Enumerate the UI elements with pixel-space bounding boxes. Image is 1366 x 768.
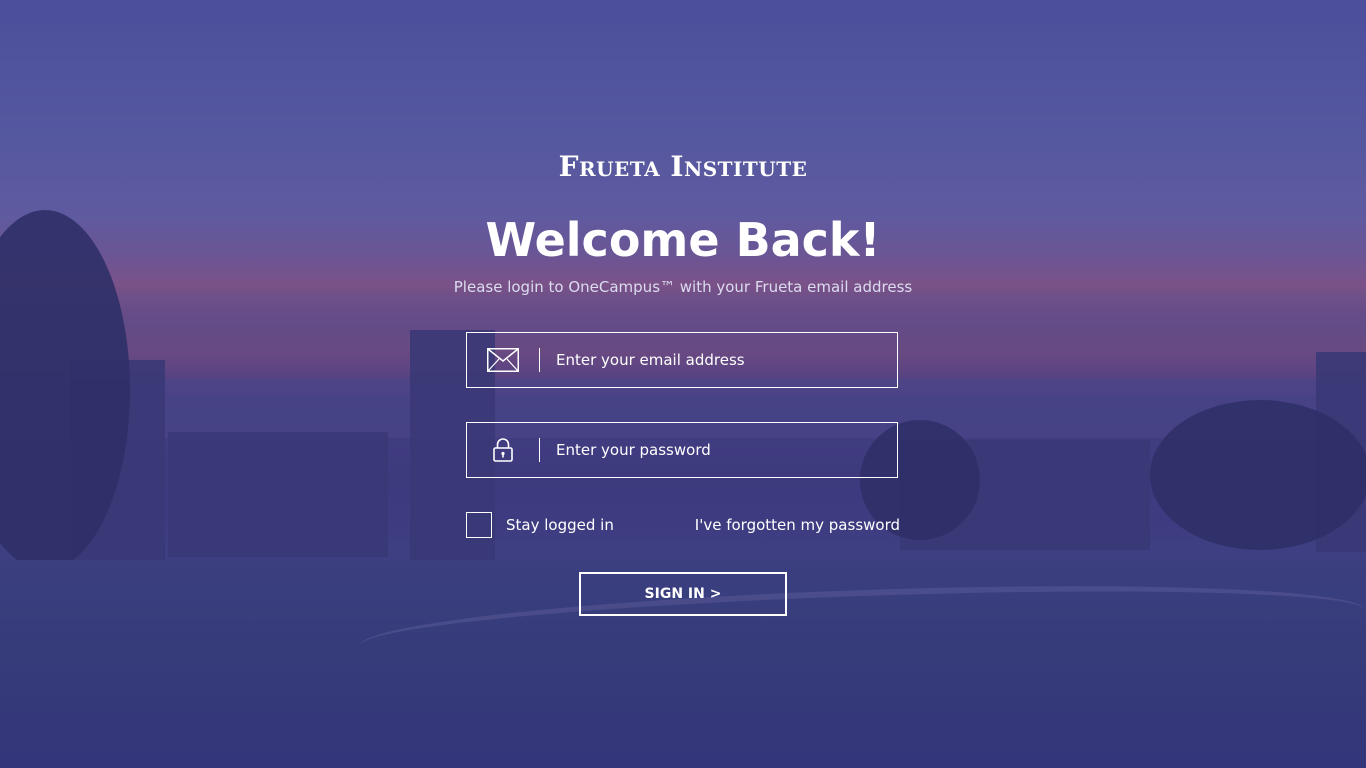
envelope-icon	[467, 332, 539, 388]
login-page: Frueta Institute Welcome Back! Please lo…	[0, 0, 1366, 768]
page-title: Welcome Back!	[485, 213, 881, 267]
lock-icon	[467, 422, 539, 478]
stay-logged-in-label[interactable]: Stay logged in	[506, 516, 614, 534]
password-input[interactable]	[540, 423, 897, 477]
brand-logo-text: Frueta Institute	[558, 150, 808, 183]
page-subtitle: Please login to OneCampus™ with your Fru…	[453, 278, 913, 296]
password-field-container	[466, 422, 898, 478]
forgot-password-link[interactable]: I've forgotten my password	[695, 516, 900, 534]
login-options-row: Stay logged in I've forgotten my passwor…	[466, 512, 900, 540]
sign-in-button[interactable]: SIGN IN >	[579, 572, 787, 616]
email-field-container	[466, 332, 898, 388]
stay-logged-in-checkbox[interactable]	[466, 512, 492, 538]
email-input[interactable]	[540, 333, 897, 387]
